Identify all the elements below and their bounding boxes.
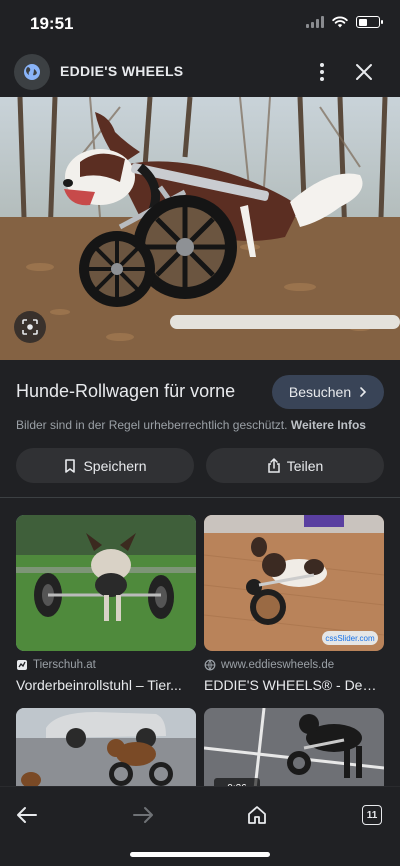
back-arrow-icon[interactable] (13, 801, 41, 829)
result-thumbnail[interactable] (16, 515, 196, 651)
wifi-icon (332, 16, 348, 28)
share-button[interactable]: Teilen (206, 448, 384, 483)
status-time: 19:51 (30, 14, 74, 33)
divider (0, 497, 400, 498)
lens-icon[interactable] (14, 311, 46, 343)
battery-icon (356, 16, 383, 28)
result-source-label: Tierschuh.at (33, 659, 96, 671)
main-image[interactable] (0, 97, 400, 360)
site-name[interactable]: EDDIE'S WHEELS (60, 63, 183, 79)
chevron-right-icon (360, 387, 367, 397)
status-bar: 19:51 (0, 0, 400, 48)
globe-icon[interactable] (14, 54, 50, 90)
result-source: www.eddieswheels.de (204, 659, 384, 671)
result-card[interactable]: Tierschuh.at Vorderbeinrollstuhl – Tier.… (16, 515, 196, 693)
save-label: Speichern (83, 457, 147, 474)
close-icon[interactable] (354, 62, 374, 82)
bookmark-icon (65, 458, 76, 473)
result-card[interactable] (16, 708, 196, 798)
home-indicator (130, 852, 270, 857)
share-icon (267, 457, 280, 473)
result-thumbnail[interactable]: cssSlider.com (204, 515, 384, 651)
copyright-notice: Bilder sind in der Regel urheberrechtlic… (16, 418, 366, 432)
tab-count: 11 (362, 805, 382, 825)
forward-arrow-icon[interactable] (129, 801, 157, 829)
viewer-header: EDDIE'S WHEELS (0, 48, 400, 96)
visit-label: Besuchen (288, 384, 352, 400)
share-label: Teilen (286, 457, 324, 474)
status-icons (306, 16, 383, 28)
result-card[interactable]: 0:26 (204, 708, 384, 798)
result-thumbnail[interactable]: 0:26 (204, 708, 384, 798)
result-title[interactable]: EDDIE'S WHEELS® - Deut... (204, 677, 384, 693)
home-icon[interactable] (243, 801, 271, 829)
result-source: Tierschuh.at (16, 659, 196, 671)
watermark-text: cssSlider.com (325, 634, 375, 643)
result-title[interactable]: Vorderbeinrollstuhl – Tier... (16, 677, 196, 693)
result-card[interactable]: cssSlider.com www.eddieswheels.de EDDIE'… (204, 515, 384, 693)
globe-icon (204, 659, 216, 671)
more-vert-icon[interactable] (312, 62, 332, 82)
image-title: Hunde-Rollwagen für vorne (16, 381, 236, 401)
visit-button[interactable]: Besuchen (272, 375, 384, 409)
tabs-icon[interactable]: 11 (358, 801, 386, 829)
favicon-icon (17, 660, 27, 670)
result-thumbnail[interactable] (16, 708, 196, 798)
dog-wheelchair-photo (0, 97, 400, 360)
save-button[interactable]: Speichern (16, 448, 194, 483)
more-info-link[interactable]: Weitere Infos (291, 418, 366, 432)
signal-icon (306, 16, 324, 28)
copyright-text: Bilder sind in der Regel urheberrechtlic… (16, 418, 288, 432)
result-source-label: www.eddieswheels.de (221, 659, 335, 671)
